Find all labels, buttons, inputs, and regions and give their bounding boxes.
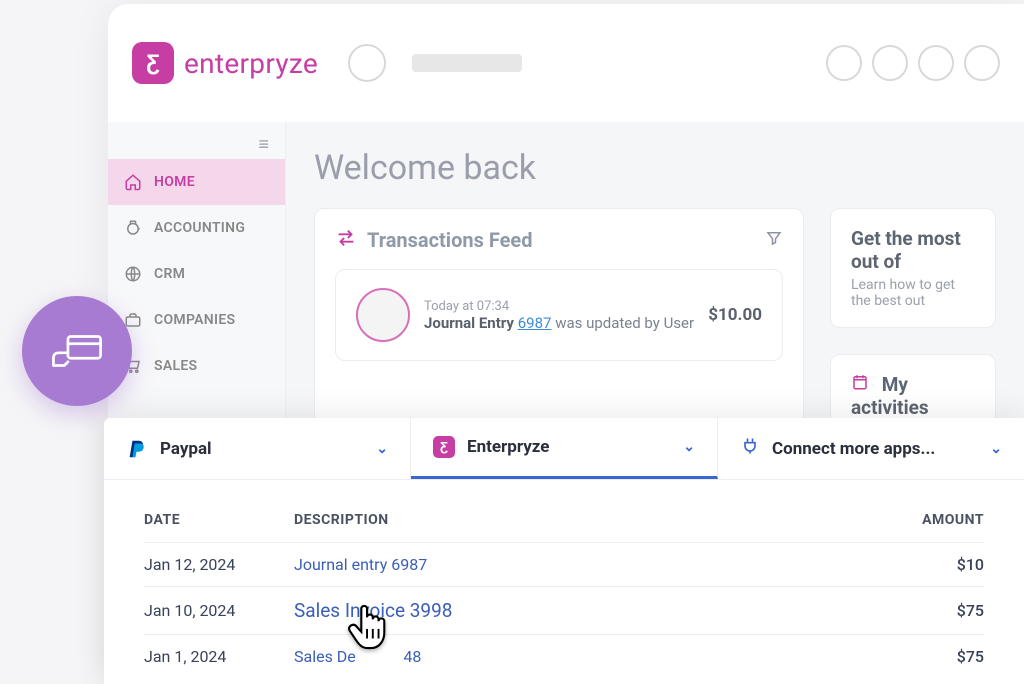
plug-icon — [740, 436, 760, 461]
pointer-cursor-icon — [345, 600, 391, 658]
sidebar-item-label: COMPANIES — [154, 312, 235, 328]
brand-logo[interactable]: Ƹ enterpryze — [132, 42, 318, 84]
topbar-action-2[interactable] — [872, 45, 908, 81]
chevron-down-icon: ⌄ — [990, 441, 1002, 457]
topbar-action-4[interactable] — [964, 45, 1000, 81]
sidebar-collapse-icon[interactable]: ≡ — [108, 122, 285, 159]
header-description: DESCRIPTION — [294, 512, 864, 528]
enterpryze-icon: Ƹ — [433, 436, 455, 458]
sidebar-item-companies[interactable]: COMPANIES — [108, 297, 285, 343]
feed-suffix: was updated by User — [555, 314, 694, 332]
table-row[interactable]: Jan 12, 2024 Journal entry 6987 $10 — [144, 542, 984, 586]
connection-tabs: Paypal ⌄ Ƹ Enterpryze ⌄ Connect more app… — [104, 418, 1024, 480]
feed-amount: $10.00 — [708, 305, 762, 325]
username-placeholder — [412, 54, 522, 72]
sidebar-item-label: CRM — [154, 266, 185, 282]
topbar-action-3[interactable] — [918, 45, 954, 81]
topbar-actions — [826, 45, 1000, 81]
promo-title: Get the most out of — [851, 227, 975, 273]
sidebar-item-label: ACCOUNTING — [154, 220, 245, 236]
payment-badge-icon[interactable] — [22, 296, 132, 406]
promo-card[interactable]: Get the most out of Learn how to get the… — [830, 208, 996, 328]
sidebar-item-accounting[interactable]: ACCOUNTING — [108, 205, 285, 251]
topbar-action-1[interactable] — [826, 45, 862, 81]
top-bar: Ƹ enterpryze — [108, 4, 1024, 122]
home-icon — [124, 173, 142, 191]
cell-date: Jan 1, 2024 — [144, 647, 294, 666]
transactions-title: Transactions Feed — [367, 228, 532, 252]
table-row[interactable]: Jan 10, 2024 Sales Invoice 3998 $75 — [144, 586, 984, 634]
header-date: DATE — [144, 512, 294, 528]
tab-label: Paypal — [160, 439, 212, 459]
sidebar-item-crm[interactable]: CRM — [108, 251, 285, 297]
sidebar-item-label: SALES — [154, 358, 197, 374]
cell-description-link[interactable]: Journal entry 6987 — [294, 555, 427, 574]
cell-amount: $75 — [864, 601, 984, 620]
chevron-down-icon: ⌄ — [683, 439, 695, 455]
sidebar-item-home[interactable]: HOME — [108, 159, 285, 205]
tab-enterpryze[interactable]: Ƹ Enterpryze ⌄ — [411, 418, 718, 479]
cell-date: Jan 12, 2024 — [144, 555, 294, 574]
table-header: DATE DESCRIPTION AMOUNT — [144, 498, 984, 542]
cell-amount: $75 — [864, 647, 984, 666]
feed-avatar — [356, 288, 410, 342]
filter-icon[interactable] — [765, 229, 783, 251]
feed-item[interactable]: Today at 07:34 Journal Entry 6987 was up… — [335, 269, 783, 361]
transactions-card: Transactions Feed Today at 07:34 Journal… — [314, 208, 804, 438]
welcome-heading: Welcome back — [314, 148, 996, 188]
cell-amount: $10 — [864, 555, 984, 574]
tab-connect-more[interactable]: Connect more apps... ⌄ — [718, 418, 1024, 479]
briefcase-icon — [124, 311, 142, 329]
brand-mark-icon: Ƹ — [132, 42, 174, 84]
connections-overlay: Paypal ⌄ Ƹ Enterpryze ⌄ Connect more app… — [104, 418, 1024, 684]
avatar-placeholder[interactable] — [348, 44, 386, 82]
cell-date: Jan 10, 2024 — [144, 601, 294, 620]
piggy-bank-icon — [124, 219, 142, 237]
header-amount: AMOUNT — [864, 512, 984, 528]
feed-prefix: Journal Entry — [424, 314, 514, 332]
paypal-icon — [126, 438, 148, 460]
table-row[interactable]: Jan 1, 2024 Sales De xxxxx 48 $75 — [144, 634, 984, 678]
sidebar-item-label: HOME — [154, 174, 195, 190]
tab-label: Enterpryze — [467, 437, 549, 457]
feed-time: Today at 07:34 — [424, 299, 694, 314]
globe-icon — [124, 265, 142, 283]
feed-text: Today at 07:34 Journal Entry 6987 was up… — [424, 299, 694, 332]
tab-label: Connect more apps... — [772, 439, 935, 459]
swap-icon — [335, 227, 357, 253]
transactions-table: DATE DESCRIPTION AMOUNT Jan 12, 2024 Jou… — [104, 480, 1024, 678]
brand-wordmark: enterpryze — [184, 47, 318, 80]
chevron-down-icon: ⌄ — [376, 441, 388, 457]
promo-sub: Learn how to get the best out — [851, 277, 975, 309]
calendar-icon — [851, 373, 874, 396]
tab-paypal[interactable]: Paypal ⌄ — [104, 418, 411, 479]
sidebar-item-sales[interactable]: SALES — [108, 343, 285, 389]
feed-link[interactable]: 6987 — [518, 314, 552, 332]
